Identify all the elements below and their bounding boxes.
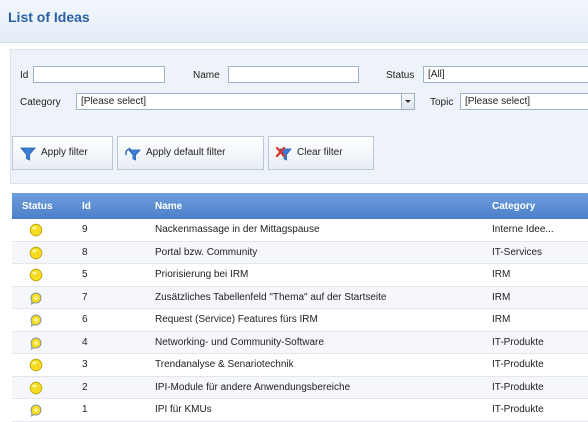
cell-name: Trendanalyse & Senariotechnik bbox=[155, 359, 294, 370]
cell-name: Nackenmassage in der Mittagspause bbox=[155, 224, 320, 235]
column-header-category[interactable]: Category bbox=[492, 201, 535, 212]
cell-name: IPI für KMUs bbox=[155, 404, 212, 415]
table-body: 9 Nackenmassage in der Mittagspause Intern… bbox=[12, 219, 588, 422]
cell-name: Portal bzw. Community bbox=[155, 246, 258, 258]
table-row[interactable]: 1 IPI für KMUs IT-Produkte bbox=[12, 399, 588, 422]
cell-category: IT-Produkte bbox=[492, 404, 544, 415]
table-row[interactable]: 2 IPI-Module für andere Anwendungsbereich… bbox=[12, 376, 588, 399]
cell-name: IPI-Module für andere Anwendungsbereiche bbox=[155, 381, 351, 393]
status-select[interactable]: [All] bbox=[423, 66, 588, 83]
table-row[interactable]: 7 Zusätzliches Tabellenfeld "Thema" auf d… bbox=[12, 286, 588, 309]
id-label: Id bbox=[20, 70, 29, 81]
table-row[interactable]: 4 Networking- und Community-Software IT-Pr… bbox=[12, 331, 588, 354]
name-input[interactable] bbox=[228, 66, 359, 83]
cell-id: 3 bbox=[82, 359, 88, 370]
table-row[interactable]: 8 Portal bzw. Community IT-Services bbox=[12, 241, 588, 264]
category-label: Category bbox=[20, 97, 61, 108]
cell-category: Interne Idee... bbox=[492, 224, 554, 235]
cell-id: 1 bbox=[82, 404, 88, 415]
title-bar: List of Ideas bbox=[0, 0, 588, 43]
cell-name: Request (Service) Features fürs IRM bbox=[155, 314, 318, 325]
funnel-icon bbox=[20, 147, 36, 161]
topic-select[interactable]: [Please select] bbox=[460, 93, 588, 110]
comment-bulb-icon bbox=[30, 292, 42, 305]
yellow-bulb-icon bbox=[29, 223, 43, 237]
yellow-bulb-icon bbox=[29, 246, 43, 259]
apply-default-filter-label: Apply default filter bbox=[146, 147, 226, 158]
apply-default-filter-button[interactable]: Apply default filter bbox=[117, 136, 264, 170]
category-select[interactable]: [Please select] bbox=[76, 93, 415, 110]
cell-category: IT-Services bbox=[492, 246, 543, 258]
comment-bulb-icon bbox=[30, 337, 42, 350]
cell-id: 7 bbox=[82, 291, 88, 303]
cell-id: 9 bbox=[82, 224, 88, 235]
column-header-id[interactable]: Id bbox=[82, 201, 91, 212]
cell-id: 6 bbox=[82, 314, 88, 325]
column-header-name[interactable]: Name bbox=[155, 201, 182, 212]
yellow-bulb-icon bbox=[29, 381, 43, 394]
apply-filter-label: Apply filter bbox=[41, 147, 88, 158]
status-label: Status bbox=[386, 70, 415, 81]
funnel-clear-icon bbox=[276, 146, 292, 161]
id-input[interactable] bbox=[33, 66, 165, 83]
clear-filter-button[interactable]: Clear filter bbox=[268, 136, 374, 170]
comment-bulb-icon bbox=[30, 314, 42, 327]
cell-category: IRM bbox=[492, 269, 511, 280]
cell-id: 5 bbox=[82, 269, 88, 280]
table-row[interactable]: 5 Priorisierung bei IRM IRM bbox=[12, 264, 588, 287]
topic-label: Topic bbox=[430, 97, 454, 108]
cell-category: IT-Produkte bbox=[492, 381, 544, 393]
column-header-status[interactable]: Status bbox=[22, 201, 53, 212]
chevron-down-icon[interactable] bbox=[401, 94, 414, 109]
clear-filter-label: Clear filter bbox=[297, 147, 343, 158]
table-row[interactable]: 6 Request (Service) Features fürs IRM IRM bbox=[12, 309, 588, 332]
name-label: Name bbox=[193, 70, 220, 81]
cell-category: IRM bbox=[492, 291, 511, 303]
yellow-bulb-icon bbox=[29, 268, 43, 282]
cell-id: 8 bbox=[82, 246, 88, 258]
table-header: Status Id Name Category bbox=[12, 193, 588, 219]
funnel-refresh-icon bbox=[125, 147, 141, 161]
category-select-value: [Please select] bbox=[81, 96, 147, 107]
table-row[interactable]: 3 Trendanalyse & Senariotechnik IT-Produkt… bbox=[12, 354, 588, 377]
cell-category: IT-Produkte bbox=[492, 336, 544, 348]
table-row[interactable]: 9 Nackenmassage in der Mittagspause Intern… bbox=[12, 219, 588, 242]
ideas-table: Status Id Name Category 9 Nackenmassage i… bbox=[12, 193, 588, 422]
yellow-bulb-icon bbox=[29, 358, 43, 372]
cell-name: Zusätzliches Tabellenfeld "Thema" auf de… bbox=[155, 291, 387, 303]
cell-category: IT-Produkte bbox=[492, 359, 544, 370]
cell-name: Priorisierung bei IRM bbox=[155, 269, 249, 280]
apply-filter-button[interactable]: Apply filter bbox=[12, 136, 113, 170]
cell-id: 2 bbox=[82, 381, 88, 393]
cell-name: Networking- und Community-Software bbox=[155, 336, 324, 348]
cell-id: 4 bbox=[82, 336, 88, 348]
comment-bulb-icon bbox=[30, 404, 42, 417]
page-title: List of Ideas bbox=[8, 9, 90, 25]
cell-category: IRM bbox=[492, 314, 511, 325]
